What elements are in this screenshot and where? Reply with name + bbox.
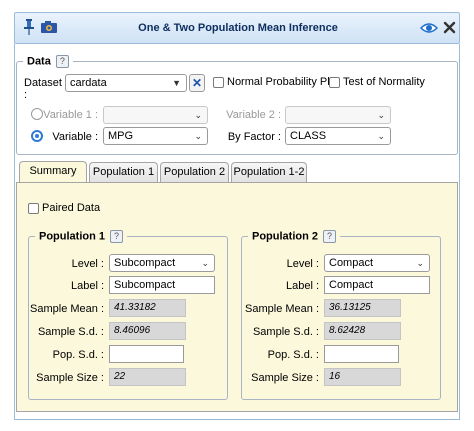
pop2-sample-size-label: Sample Size :: [251, 372, 319, 384]
chevron-down-icon: ⌄: [194, 131, 202, 141]
data-help-icon[interactable]: ?: [55, 55, 69, 68]
pop1-sample-mean-label: Sample Mean :: [30, 303, 104, 315]
variable-label: Variable :: [52, 131, 98, 143]
pop1-pop-sd-input[interactable]: [109, 345, 184, 363]
pop2-label-label: Label :: [285, 280, 319, 292]
pop2-sample-mean-value: 36.13125: [324, 299, 401, 317]
test-of-normality-checkbox[interactable]: [329, 77, 340, 88]
data-group-legend: Data ?: [23, 55, 73, 68]
by-factor-label: By Factor :: [227, 131, 281, 143]
population2-legend: Population 2 ?: [248, 230, 340, 243]
pop1-label-label: Label :: [70, 280, 104, 292]
window-titlebar: One & Two Population Mean Inference: [14, 12, 460, 44]
pop2-sample-size-value: 16: [324, 368, 401, 386]
data-legend-text: Data: [27, 55, 51, 68]
population1-legend: Population 1 ?: [35, 230, 127, 243]
pop2-sample-mean-label: Sample Mean :: [245, 303, 319, 315]
variable-value: MPG: [108, 130, 134, 142]
pop2-pop-sd-input[interactable]: [324, 345, 399, 363]
chevron-down-icon: ⌄: [416, 258, 424, 268]
pop1-pop-sd-label: Pop. S.d. :: [52, 349, 104, 361]
pop2-level-select[interactable]: Compact ⌄: [324, 254, 430, 272]
pop1-sample-mean-value: 41.33182: [109, 299, 186, 317]
pop1-sample-size-value: 22: [109, 368, 186, 386]
pop2-sample-sd-label: Sample S.d. :: [252, 326, 319, 338]
dropdown-arrow-icon: ▼: [172, 78, 181, 88]
population2-legend-text: Population 2: [252, 230, 318, 243]
pop1-sample-sd-value: 8.46096: [109, 322, 186, 340]
pop1-label-input[interactable]: Subcompact: [109, 276, 215, 294]
chevron-down-icon: ⌄: [201, 258, 209, 268]
tab-population-1-2[interactable]: Population 1-2: [231, 162, 307, 182]
chevron-down-icon: ⌄: [377, 110, 385, 120]
variable2-select[interactable]: ⌄: [285, 106, 391, 124]
test-of-normality-label: Test of Normality: [343, 76, 425, 88]
variable-select[interactable]: MPG ⌄: [103, 127, 208, 145]
paired-data-label: Paired Data: [42, 202, 101, 214]
pop2-sample-sd-value: 8.62428: [324, 322, 401, 340]
dataset-label: Dataset :: [24, 77, 62, 101]
variable1-label: Variable 1 :: [43, 109, 98, 121]
pop2-pop-sd-label: Pop. S.d. :: [267, 349, 319, 361]
tab-population-2[interactable]: Population 2: [160, 162, 229, 182]
paired-data-checkbox[interactable]: [28, 203, 39, 214]
chevron-down-icon: ⌄: [377, 131, 385, 141]
pop1-sample-size-label: Sample Size :: [36, 372, 104, 384]
population1-help-icon[interactable]: ?: [110, 230, 124, 243]
window-title: One & Two Population Mean Inference: [138, 22, 338, 34]
pop1-level-select[interactable]: Subcompact ⌄: [109, 254, 215, 272]
pop2-level-label: Level :: [286, 258, 319, 270]
variable1-select[interactable]: ⌄: [103, 106, 208, 124]
close-icon[interactable]: [443, 21, 456, 37]
eye-icon[interactable]: [419, 22, 439, 37]
variable2-label: Variable 2 :: [226, 109, 281, 121]
tab-summary[interactable]: Summary: [19, 161, 87, 183]
by-factor-select[interactable]: CLASS ⌄: [285, 127, 391, 145]
pop1-level-value: Subcompact: [114, 257, 176, 269]
clear-dataset-button[interactable]: ✕: [189, 74, 205, 92]
normal-probability-plot-label: Normal Probability Plot: [227, 76, 339, 88]
chevron-down-icon: ⌄: [194, 110, 202, 120]
pop2-label-input[interactable]: Compact: [324, 276, 430, 294]
pop1-sample-sd-label: Sample S.d. :: [37, 326, 104, 338]
dataset-select[interactable]: cardata ▼: [65, 74, 187, 92]
normal-probability-plot-checkbox[interactable]: [213, 77, 224, 88]
tab-population-1[interactable]: Population 1: [89, 162, 158, 182]
pop1-level-label: Level :: [71, 258, 104, 270]
dataset-value: cardata: [70, 77, 107, 89]
by-factor-value: CLASS: [290, 130, 327, 142]
pop2-level-value: Compact: [329, 257, 374, 269]
population2-help-icon[interactable]: ?: [323, 230, 337, 243]
population1-legend-text: Population 1: [39, 230, 105, 243]
